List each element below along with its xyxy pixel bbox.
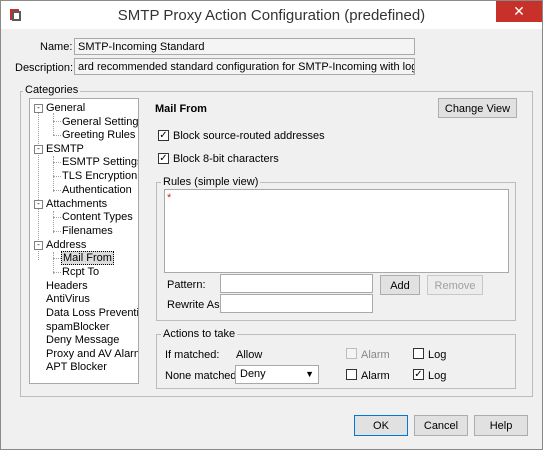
actions-label: Actions to take (161, 328, 238, 340)
tree-line (53, 162, 61, 163)
tree-line (53, 176, 61, 177)
collapse-esmtp-icon[interactable]: - (34, 145, 43, 154)
tree-item-content-types[interactable]: Content Types (62, 211, 133, 223)
tree-item-rcpt-to[interactable]: Rcpt To (62, 266, 99, 278)
tree-item-general-settings[interactable]: General Settings (62, 116, 138, 128)
close-button[interactable]: ✕ (496, 1, 542, 22)
tree-line (53, 211, 54, 233)
tree-item-spamblocker[interactable]: spamBlocker (46, 321, 110, 333)
tree-item-greeting-rules[interactable]: Greeting Rules (62, 129, 135, 141)
if-matched-alarm-checkbox[interactable] (346, 348, 357, 359)
tree-item-esmtp-settings[interactable]: ESMTP Settings (62, 156, 138, 168)
tree-line (53, 190, 61, 191)
tree-item-data-loss-prevention[interactable]: Data Loss Prevention (46, 307, 138, 319)
tree-item-deny-message[interactable]: Deny Message (46, 334, 119, 346)
panel-heading: Mail From (155, 103, 207, 115)
rules-list[interactable]: * (164, 189, 509, 273)
none-matched-log-label: Log (428, 370, 447, 382)
if-matched-alarm-label: Alarm (361, 349, 390, 361)
cancel-button[interactable]: Cancel (414, 415, 468, 436)
tree-item-esmtp[interactable]: ESMTP (46, 143, 84, 155)
tree-line (53, 231, 61, 232)
rewrite-as-label: Rewrite As: (167, 299, 223, 311)
tree-item-proxy-av-alarms[interactable]: Proxy and AV Alarms (46, 348, 138, 360)
collapse-general-icon[interactable]: - (34, 104, 43, 113)
tree-item-address[interactable]: Address (46, 239, 86, 251)
block-8bit-checkbox[interactable]: ✓ (158, 153, 169, 164)
tree-line (53, 252, 54, 274)
help-button[interactable]: Help (474, 415, 528, 436)
rules-label: Rules (simple view) (161, 176, 261, 188)
block-8bit-label: Block 8-bit characters (173, 153, 279, 165)
tree-line (53, 135, 61, 136)
name-field[interactable]: SMTP-Incoming Standard (74, 38, 415, 55)
ok-button[interactable]: OK (354, 415, 408, 436)
none-matched-select[interactable]: Deny ▼ (235, 365, 319, 384)
window-title: SMTP Proxy Action Configuration (predefi… (117, 7, 426, 24)
tree-line (53, 272, 61, 273)
title-bar: SMTP Proxy Action Configuration (predefi… (1, 1, 542, 29)
pattern-input[interactable] (220, 274, 373, 293)
none-matched-label: None matched: (165, 370, 240, 382)
collapse-address-icon[interactable]: - (34, 241, 43, 250)
tree-line (53, 121, 61, 122)
if-matched-log-label: Log (428, 349, 447, 361)
pattern-label: Pattern: (167, 279, 206, 291)
tree-item-tls-encryption[interactable]: TLS Encryption (62, 170, 137, 182)
categories-label: Categories (23, 84, 81, 96)
tree-item-apt-blocker[interactable]: APT Blocker (46, 361, 107, 373)
none-matched-alarm-checkbox[interactable] (346, 369, 357, 380)
tree-item-mail-from[interactable]: Mail From (61, 251, 114, 265)
tree-item-authentication[interactable]: Authentication (62, 184, 132, 196)
description-label: Description: (15, 62, 74, 74)
remove-button[interactable]: Remove (427, 275, 483, 295)
none-matched-log-checkbox[interactable]: ✓ (413, 369, 424, 380)
change-view-button[interactable]: Change View (438, 98, 517, 118)
tree-item-headers[interactable]: Headers (46, 280, 88, 292)
description-field[interactable]: ard recommended standard configuration f… (74, 58, 415, 75)
rules-list-item[interactable]: * (167, 192, 171, 204)
rewrite-as-input[interactable] (220, 294, 373, 313)
tree-item-attachments[interactable]: Attachments (46, 198, 107, 210)
block-source-routed-checkbox[interactable]: ✓ (158, 130, 169, 141)
chevron-down-icon: ▼ (305, 369, 314, 379)
tree-item-antivirus[interactable]: AntiVirus (46, 293, 90, 305)
tree-line (38, 113, 39, 260)
dialog-window: SMTP Proxy Action Configuration (predefi… (0, 0, 543, 450)
tree-line (53, 217, 61, 218)
none-matched-selected-value: Deny (240, 368, 266, 380)
tree-item-general[interactable]: General (46, 102, 85, 114)
categories-tree[interactable]: - General General Settings Greeting Rule… (29, 98, 139, 384)
none-matched-alarm-label: Alarm (361, 370, 390, 382)
tree-line (53, 258, 61, 259)
add-button[interactable]: Add (380, 275, 420, 295)
if-matched-value: Allow (236, 349, 263, 361)
if-matched-label: If matched: (165, 349, 220, 361)
if-matched-log-checkbox[interactable] (413, 348, 424, 359)
block-source-routed-label: Block source-routed addresses (173, 130, 325, 142)
name-label: Name: (40, 41, 73, 53)
collapse-attachments-icon[interactable]: - (34, 200, 43, 209)
tree-item-filenames[interactable]: Filenames (62, 225, 113, 237)
tree-line (53, 113, 54, 135)
